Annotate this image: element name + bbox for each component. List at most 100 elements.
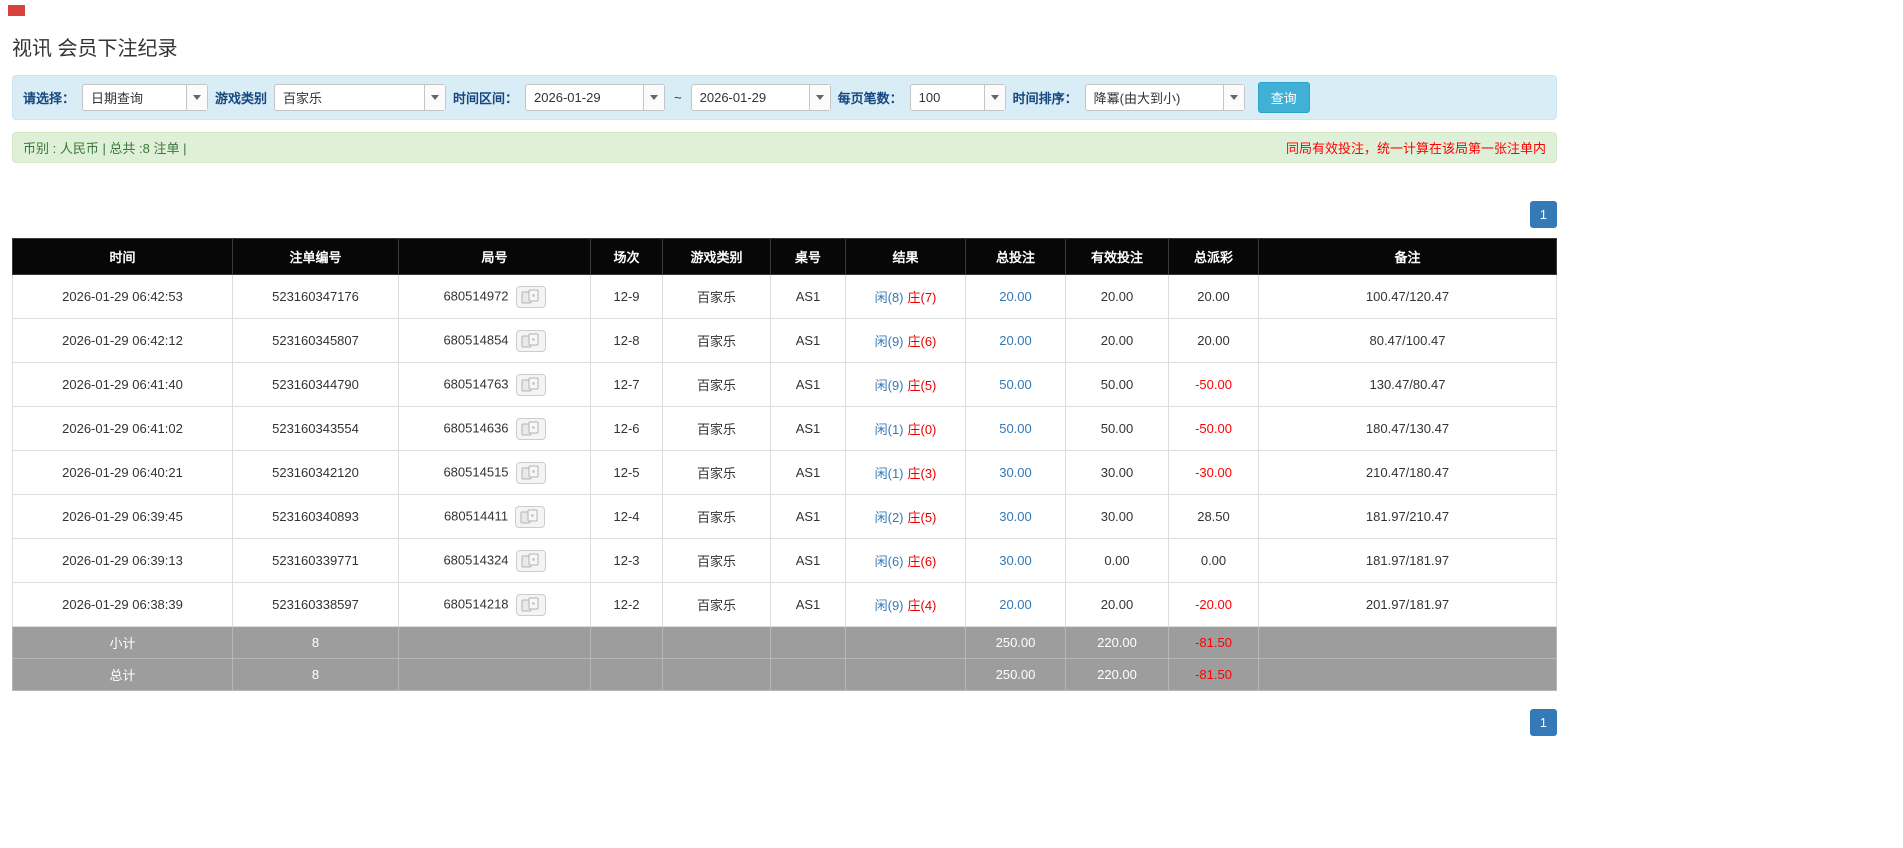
game-type-dropdown-toggle[interactable] [424,85,446,110]
result-banker: 庄(3) [907,466,937,481]
view-result-button[interactable] [515,461,546,484]
result-player: 闲(6) [874,554,904,569]
round-id-cell: 680514218 [398,582,591,627]
page-1-button[interactable]: 1 [1529,709,1557,736]
total-bet-link[interactable]: 20.00 [999,333,1032,348]
page-title: 视讯 会员下注纪录 [12,38,178,60]
empty-cell [1258,626,1557,659]
date-from-dropdown[interactable]: 2026-01-29 [525,84,666,111]
date-to-dropdown-toggle[interactable] [808,85,830,110]
header-valid-bet: 有效投注 [1065,238,1169,275]
sort-order-dropdown[interactable]: 降冪(由大到小) [1084,84,1245,111]
game-type-cell: 百家乐 [662,362,771,407]
view-result-button[interactable] [515,593,546,616]
query-type-dropdown[interactable]: 日期查询 [82,84,209,111]
page-size-dropdown-toggle[interactable] [983,85,1005,110]
valid-bet-cell: 30.00 [1065,494,1169,539]
total-bet-link[interactable]: 20.00 [999,289,1032,304]
view-result-button[interactable] [515,373,546,396]
header-round-id: 局号 [398,238,591,275]
view-result-button[interactable] [515,549,546,572]
result-banker: 庄(6) [907,334,937,349]
view-result-button[interactable] [515,285,546,308]
search-button[interactable]: 查询 [1257,82,1310,113]
result-player: 闲(9) [874,378,904,393]
date-from-dropdown-toggle[interactable] [643,85,665,110]
round-id: 680514763 [443,375,509,391]
page-size-dropdown[interactable]: 100 [909,84,1006,111]
time-cell: 2026-01-29 06:41:40 [12,362,233,407]
sort-order-dropdown-toggle[interactable] [1222,85,1244,110]
total-bet-link[interactable]: 50.00 [999,377,1032,392]
time-cell: 2026-01-29 06:39:45 [12,494,233,539]
payout-cell: 28.50 [1168,494,1259,539]
remark-cell: 181.97/181.97 [1258,538,1557,583]
bet-id-cell: 523160339771 [232,538,399,583]
result-banker: 庄(5) [907,378,937,393]
total-bet-link[interactable]: 30.00 [999,465,1032,480]
round-id: 680514411 [443,507,509,523]
subtotal-row: 小计 8 250.00 220.00 -81.50 [12,626,1557,659]
time-cell: 2026-01-29 06:41:02 [12,406,233,451]
total-bet-link[interactable]: 50.00 [999,421,1032,436]
result-cards-icon [521,553,539,567]
time-cell: 2026-01-29 06:38:39 [12,582,233,627]
round-id-cell: 680514636 [398,406,591,451]
table-no-cell: AS1 [770,494,846,539]
date-to-value: 2026-01-29 [699,90,767,105]
round-id-cell: 680514324 [398,538,591,583]
date-from-value: 2026-01-29 [534,90,601,105]
empty-cell [398,658,591,691]
date-to-dropdown[interactable]: 2026-01-29 [690,84,831,111]
table-no-cell: AS1 [770,274,846,319]
table-no-cell: AS1 [770,450,846,495]
caret-down-icon [650,95,659,100]
total-bet-cell: 20.00 [965,582,1066,627]
total-bet-cell: 20.00 [965,318,1066,363]
view-result-button[interactable] [515,505,546,528]
valid-bet-cell: 0.00 [1065,538,1169,583]
total-bet-link[interactable]: 20.00 [999,597,1032,612]
main-content: 视讯 会员下注纪录 请选择： 日期查询 游戏类别 百家乐 时间区间： 2026-… [12,32,1557,736]
logo-mark [8,5,25,16]
caret-down-icon [431,95,440,100]
header-bet-id: 注单编号 [232,238,399,275]
table-no-cell: AS1 [770,538,846,583]
bet-id-cell: 523160345807 [232,318,399,363]
table-row: 2026-01-29 06:39:45 523160340893 6805144… [12,494,1557,539]
total-row: 总计 8 250.00 220.00 -81.50 [12,658,1557,691]
result-cell: 闲(9) 庄(5) [845,362,966,407]
view-result-button[interactable] [515,329,546,352]
table-header-row: 时间 注单编号 局号 场次 游戏类别 桌号 结果 总投注 有效投注 总派彩 备注 [12,238,1557,275]
session-cell: 12-4 [590,494,663,539]
table-no-cell: AS1 [770,406,846,451]
total-total-bet: 250.00 [965,658,1066,691]
empty-cell [662,658,771,691]
result-cards-icon [521,377,539,391]
query-type-dropdown-toggle[interactable] [186,85,208,110]
header-session: 场次 [590,238,663,275]
date-range-separator: ~ [674,90,682,105]
currency-summary-text: 币别 : 人民币 | 总共 :8 注单 | [23,141,187,156]
total-bet-cell: 20.00 [965,274,1066,319]
session-cell: 12-3 [590,538,663,583]
view-result-button[interactable] [515,417,546,440]
game-type-cell: 百家乐 [662,450,771,495]
round-id: 680514636 [443,419,509,435]
game-type-dropdown[interactable]: 百家乐 [274,84,447,111]
total-bet-link[interactable]: 30.00 [999,509,1032,524]
pagination-bottom: 1 [12,709,1557,736]
total-label: 总计 [12,658,233,691]
valid-bet-cell: 50.00 [1065,362,1169,407]
result-cell: 闲(1) 庄(3) [845,450,966,495]
total-bet-link[interactable]: 30.00 [999,553,1032,568]
empty-cell [770,658,846,691]
round-id-cell: 680514411 [398,494,591,539]
result-cards-icon [521,289,539,303]
header-payout: 总派彩 [1168,238,1259,275]
empty-cell [590,626,663,659]
result-cell: 闲(2) 庄(5) [845,494,966,539]
result-banker: 庄(4) [907,598,937,613]
page-1-button[interactable]: 1 [1529,201,1557,228]
payout-cell: 20.00 [1168,274,1259,319]
